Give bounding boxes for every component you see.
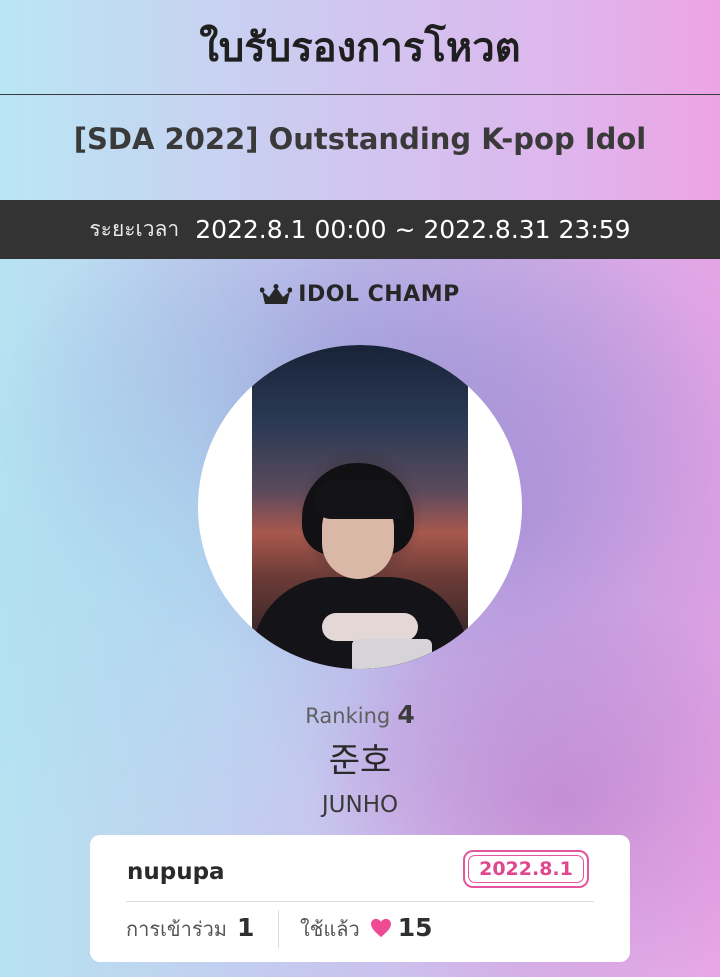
participation-label: การเข้าร่วม: [126, 917, 227, 941]
heart-icon: [370, 918, 391, 938]
used-value: 15: [397, 913, 433, 942]
participation-stat: การเข้าร่วม 1: [126, 913, 254, 945]
ranking-label: Ranking: [305, 704, 391, 728]
card-divider: [126, 901, 594, 902]
ranking-value: 4: [397, 700, 415, 729]
page-title: ใบรับรองการโหวต: [199, 25, 521, 71]
vote-info-card: nupupa 2022.8.1 การเข้าร่วม 1 ใช้แล้ว 15: [90, 835, 630, 962]
certificate-header: ใบรับรองการโหวต [SDA 2022] Outstanding K…: [0, 0, 720, 200]
idol-romanized-name: JUNHO: [321, 792, 399, 818]
idol-photo: [252, 345, 468, 669]
ranking: Ranking 4: [0, 700, 720, 729]
date-badge-text: 2022.8.1: [479, 858, 573, 880]
crown-icon: [260, 283, 293, 304]
idol-name: 준호: [328, 741, 392, 781]
idol-photo-frame: [198, 345, 522, 669]
used-label: ใช้แล้ว: [300, 917, 360, 941]
brand-logo: IDOL CHAMP: [0, 282, 720, 307]
period-label: ระยะเวลา: [89, 217, 180, 241]
participation-value: 1: [236, 913, 255, 942]
event-name: [SDA 2022] Outstanding K-pop Idol: [73, 122, 647, 156]
username: nupupa: [127, 859, 225, 885]
title-divider: [0, 94, 720, 95]
period-range: 2022.8.1 00:00 ~ 2022.8.31 23:59: [195, 215, 631, 244]
date-badge: 2022.8.1: [463, 850, 589, 888]
used-votes-stat: ใช้แล้ว 15: [300, 913, 433, 945]
brand-name: IDOL CHAMP: [298, 282, 460, 307]
stat-divider: [278, 910, 279, 948]
vote-period-bar: ระยะเวลา 2022.8.1 00:00 ~ 2022.8.31 23:5…: [0, 200, 720, 259]
